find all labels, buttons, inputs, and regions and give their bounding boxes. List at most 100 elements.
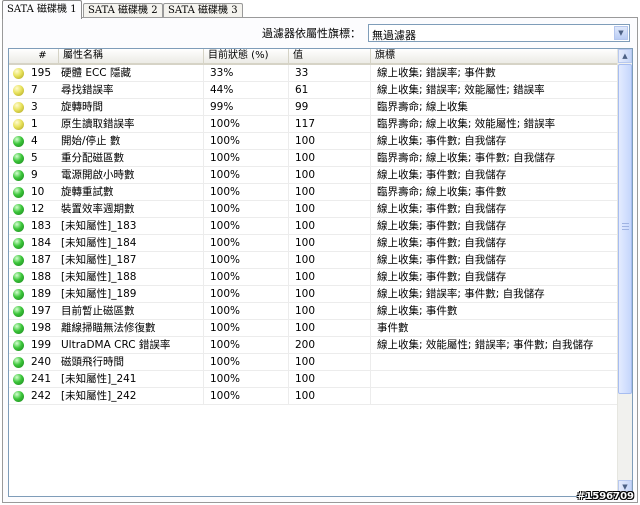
status-ok-icon xyxy=(13,255,24,266)
cell-current-status: 100% xyxy=(210,218,289,235)
vertical-scrollbar[interactable]: ▲ ▼ xyxy=(617,49,632,494)
cell-value: 100 xyxy=(295,150,371,167)
cell-flags: 線上收集; 錯誤率; 事件數; 自我儲存 xyxy=(377,288,545,300)
tab-strip: SATA 磁碟機 1 SATA 磁碟機 2 SATA 磁碟機 3 xyxy=(2,0,638,19)
status-ok-icon xyxy=(13,187,24,198)
column-header-name[interactable]: 屬性名稱 xyxy=(59,49,204,63)
cell-value: 100 xyxy=(295,167,371,184)
cell-current-status: 100% xyxy=(210,354,289,371)
cell-current-status: 44% xyxy=(210,82,289,99)
table-row[interactable]: 1 原生讀取錯誤率 100% 117 臨界壽命; 線上收集; 效能屬性; 錯誤率 xyxy=(9,116,617,133)
cell-id: 198 xyxy=(31,322,52,334)
cell-attribute-name: [未知屬性]_242 xyxy=(61,388,204,405)
cell-flags xyxy=(377,371,617,388)
cell-flags: 線上收集; 事件數; 自我儲存 xyxy=(377,271,507,283)
table-row[interactable]: 198 離線掃瞄無法修復數 100% 100 事件數 xyxy=(9,320,617,337)
cell-attribute-name: 電源開啟小時數 xyxy=(61,167,204,184)
table-row[interactable]: 188 [未知屬性]_188 100% 100 線上收集; 事件數; 自我儲存 xyxy=(9,269,617,286)
cell-value: 61 xyxy=(295,82,371,99)
status-ok-icon xyxy=(13,238,24,249)
cell-flags: 線上收集; 事件數; 自我儲存 xyxy=(377,220,507,232)
cell-attribute-name: UltraDMA CRC 錯誤率 xyxy=(61,337,204,354)
cell-attribute-name: 目前暫止磁區數 xyxy=(61,303,204,320)
cell-current-status: 100% xyxy=(210,167,289,184)
cell-id: 187 xyxy=(31,254,52,266)
table-row[interactable]: 4 開始/停止 數 100% 100 線上收集; 事件數; 自我儲存 xyxy=(9,133,617,150)
cell-value: 200 xyxy=(295,337,371,354)
table-row[interactable]: 241 [未知屬性]_241 100% 100 xyxy=(9,371,617,388)
cell-id: 189 xyxy=(31,288,52,300)
cell-flags: 臨界壽命; 線上收集; 事件數; 自我儲存 xyxy=(377,152,556,164)
table-row[interactable]: 195 硬體 ECC 隱藏 33% 33 線上收集; 錯誤率; 事件數 xyxy=(9,65,617,82)
table-row[interactable]: 184 [未知屬性]_184 100% 100 線上收集; 事件數; 自我儲存 xyxy=(9,235,617,252)
table-row[interactable]: 5 重分配磁區數 100% 100 臨界壽命; 線上收集; 事件數; 自我儲存 xyxy=(9,150,617,167)
table-row[interactable]: 240 磁頭飛行時間 100% 100 xyxy=(9,354,617,371)
cell-attribute-name: 原生讀取錯誤率 xyxy=(61,116,204,133)
status-ok-icon xyxy=(13,170,24,181)
cell-id: 242 xyxy=(31,390,52,402)
cell-flags: 線上收集; 錯誤率; 事件數 xyxy=(377,67,496,79)
cell-attribute-name: [未知屬性]_189 xyxy=(61,286,204,303)
cell-id: 7 xyxy=(31,84,38,96)
table-row[interactable]: 9 電源開啟小時數 100% 100 線上收集; 事件數; 自我儲存 xyxy=(9,167,617,184)
cell-current-status: 100% xyxy=(210,269,289,286)
table-row[interactable]: 187 [未知屬性]_187 100% 100 線上收集; 事件數; 自我儲存 xyxy=(9,252,617,269)
table-row[interactable]: 7 尋找錯誤率 44% 61 線上收集; 錯誤率; 效能屬性; 錯誤率 xyxy=(9,82,617,99)
filter-selected-value: 無過濾器 xyxy=(372,29,416,42)
grip-line xyxy=(622,226,629,227)
cell-flags: 線上收集; 事件數; 自我儲存 xyxy=(377,135,507,147)
table-row[interactable]: 189 [未知屬性]_189 100% 100 線上收集; 錯誤率; 事件數; 自我儲存 xyxy=(9,286,617,303)
table-row[interactable]: 199 UltraDMA CRC 錯誤率 100% 200 線上收集; 效能屬性; 錯誤… xyxy=(9,337,617,354)
cell-id: 10 xyxy=(31,186,45,198)
list-rows: 195 硬體 ECC 隱藏 33% 33 線上收集; 錯誤率; 事件數 7 尋找錯誤率 44%… xyxy=(9,65,617,405)
cell-id: 188 xyxy=(31,271,52,283)
cell-flags: 臨界壽命; 線上收集; 效能屬性; 錯誤率 xyxy=(377,118,556,130)
cell-id: 5 xyxy=(31,152,38,164)
cell-flags: 線上收集; 效能屬性; 錯誤率; 事件數; 自我儲存 xyxy=(377,339,594,351)
cell-value: 100 xyxy=(295,235,371,252)
status-ok-icon xyxy=(13,391,24,402)
cell-attribute-name: 重分配磁區數 xyxy=(61,150,204,167)
status-ok-icon xyxy=(13,374,24,385)
scroll-thumb[interactable] xyxy=(618,64,632,394)
cell-value: 100 xyxy=(295,388,371,405)
cell-value: 100 xyxy=(295,269,371,286)
chevron-down-icon[interactable]: ▼ xyxy=(614,26,628,40)
tab-sata-drive-1[interactable]: SATA 磁碟機 1 xyxy=(2,0,82,19)
column-header-flags[interactable]: 旗標 xyxy=(371,49,617,63)
cell-attribute-name: [未知屬性]_241 xyxy=(61,371,204,388)
cell-current-status: 100% xyxy=(210,235,289,252)
tab-sata-drive-2[interactable]: SATA 磁碟機 2 xyxy=(83,3,163,18)
column-header-id[interactable]: # xyxy=(9,49,59,63)
table-row[interactable]: 10 旋轉重試數 100% 100 臨界壽命; 線上收集; 事件數 xyxy=(9,184,617,201)
filter-dropdown[interactable]: 無過濾器 ▼ xyxy=(368,24,630,42)
cell-flags: 臨界壽命; 線上收集; 事件數 xyxy=(377,186,507,198)
cell-current-status: 100% xyxy=(210,371,289,388)
table-row[interactable]: 183 [未知屬性]_183 100% 100 線上收集; 事件數; 自我儲存 xyxy=(9,218,617,235)
list-header: # 屬性名稱 目前狀態 (%) 值 旗標 xyxy=(9,49,617,65)
cell-value: 100 xyxy=(295,354,371,371)
status-ok-icon xyxy=(13,153,24,164)
scroll-up-button[interactable]: ▲ xyxy=(618,49,632,63)
cell-value: 100 xyxy=(295,320,371,337)
cell-current-status: 100% xyxy=(210,337,289,354)
cell-flags: 線上收集; 事件數; 自我儲存 xyxy=(377,203,507,215)
cell-id: 3 xyxy=(31,101,38,113)
column-header-current[interactable]: 目前狀態 (%) xyxy=(204,49,289,63)
tab-sata-drive-3[interactable]: SATA 磁碟機 3 xyxy=(163,3,243,18)
cell-current-status: 100% xyxy=(210,388,289,405)
status-ok-icon xyxy=(13,289,24,300)
filter-label: 過濾器依屬性旗標： xyxy=(262,27,361,40)
cell-current-status: 100% xyxy=(210,201,289,218)
table-row[interactable]: 242 [未知屬性]_242 100% 100 xyxy=(9,388,617,405)
cell-id: 240 xyxy=(31,356,52,368)
cell-attribute-name: 離線掃瞄無法修復數 xyxy=(61,320,204,337)
status-ok-icon xyxy=(13,357,24,368)
column-header-value[interactable]: 值 xyxy=(289,49,371,63)
smart-attribute-list[interactable]: # 屬性名稱 目前狀態 (%) 值 旗標 195 硬體 ECC 隱藏 33% 33 線上… xyxy=(8,48,633,497)
table-row[interactable]: 3 旋轉時間 99% 99 臨界壽命; 線上收集 xyxy=(9,99,617,116)
table-row[interactable]: 12 裝置效率週期數 100% 100 線上收集; 事件數; 自我儲存 xyxy=(9,201,617,218)
table-row[interactable]: 197 目前暫止磁區數 100% 100 線上收集; 事件數 xyxy=(9,303,617,320)
cell-value: 100 xyxy=(295,201,371,218)
cell-id: 241 xyxy=(31,373,52,385)
